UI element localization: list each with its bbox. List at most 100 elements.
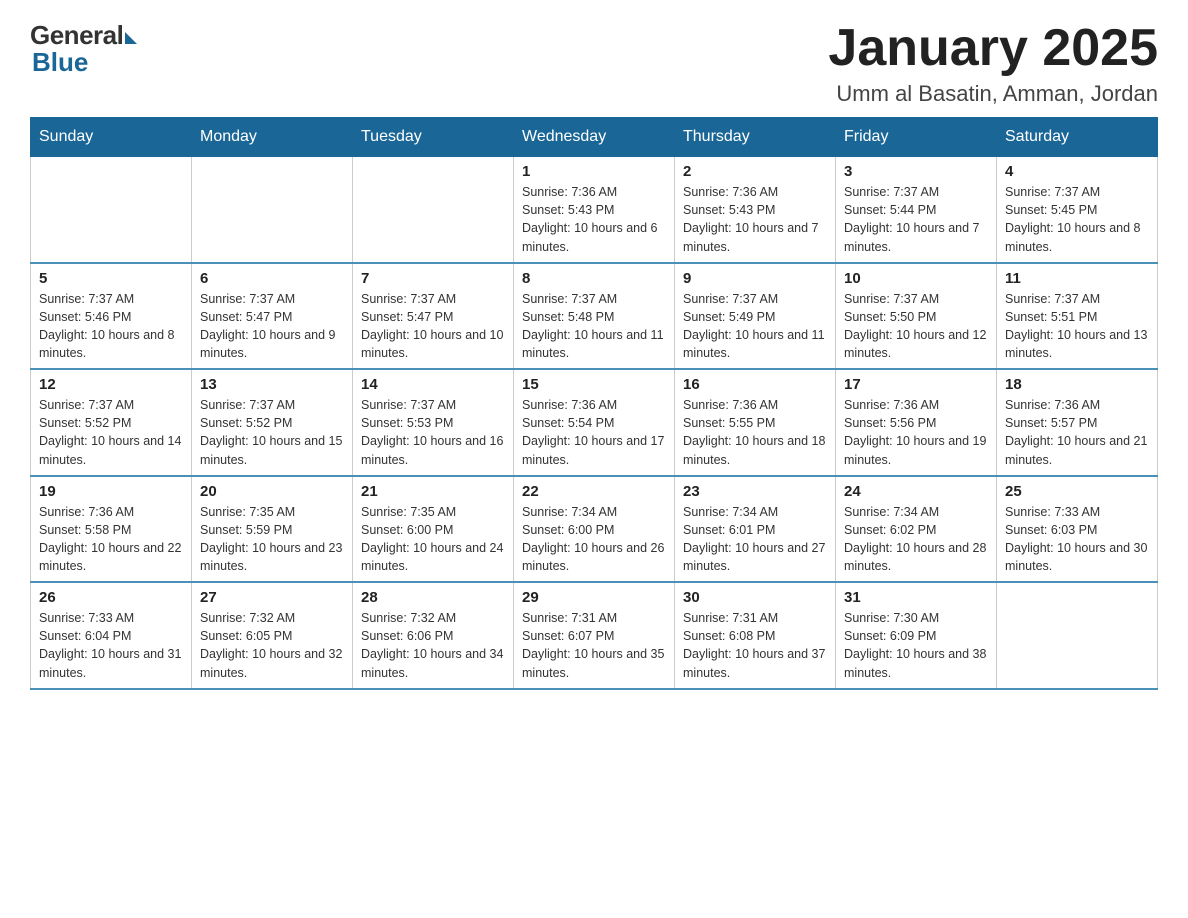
calendar-cell: 4Sunrise: 7:37 AM Sunset: 5:45 PM Daylig… <box>997 157 1158 263</box>
day-number: 5 <box>39 270 183 287</box>
day-number: 11 <box>1005 270 1149 287</box>
calendar-cell: 12Sunrise: 7:37 AM Sunset: 5:52 PM Dayli… <box>31 369 192 476</box>
calendar-cell: 18 Sunrise: 7:36 AM Sunset: 5:57 PM Dayli… <box>997 369 1158 476</box>
day-number: 28 <box>361 589 505 606</box>
day-number: 27 <box>200 589 344 606</box>
calendar-cell: 16 Sunrise: 7:36 AM Sunset: 5:55 PM Dayli… <box>675 369 836 476</box>
day-info: Sunrise: 7:36 AM Sunset: 5:58 PM Dayligh… <box>39 505 181 573</box>
calendar-cell: 22 Sunrise: 7:34 AM Sunset: 6:00 PM Dayli… <box>514 476 675 583</box>
day-number: 29 <box>522 589 666 606</box>
calendar-cell: 19Sunrise: 7:36 AM Sunset: 5:58 PM Dayli… <box>31 476 192 583</box>
calendar-cell: 2Sunrise: 7:36 AM Sunset: 5:43 PM Daylig… <box>675 157 836 263</box>
day-number: 30 <box>683 589 827 606</box>
calendar-cell: 25 Sunrise: 7:33 AM Sunset: 6:03 PM Dayli… <box>997 476 1158 583</box>
day-number: 12 <box>39 376 183 393</box>
day-info: Sunrise: 7:34 AM Sunset: 6:00 PM Dayligh… <box>522 505 664 573</box>
logo-blue-text: Blue <box>30 47 88 78</box>
day-number: 24 <box>844 483 988 500</box>
calendar-cell <box>31 157 192 263</box>
calendar-cell: 9Sunrise: 7:37 AM Sunset: 5:49 PM Daylig… <box>675 263 836 370</box>
day-info: Sunrise: 7:34 AM Sunset: 6:02 PM Dayligh… <box>844 505 986 573</box>
day-number: 15 <box>522 376 666 393</box>
day-info: Sunrise: 7:35 AM Sunset: 5:59 PM Dayligh… <box>200 505 342 573</box>
day-info: Sunrise: 7:37 AM Sunset: 5:53 PM Dayligh… <box>361 398 503 466</box>
calendar-cell: 24 Sunrise: 7:34 AM Sunset: 6:02 PM Dayli… <box>836 476 997 583</box>
day-info: Sunrise: 7:37 AM Sunset: 5:50 PM Dayligh… <box>844 292 986 360</box>
day-number: 16 <box>683 376 827 393</box>
calendar-cell: 13Sunrise: 7:37 AM Sunset: 5:52 PM Dayli… <box>192 369 353 476</box>
calendar-cell <box>353 157 514 263</box>
day-number: 23 <box>683 483 827 500</box>
calendar-cell: 29 Sunrise: 7:31 AM Sunset: 6:07 PM Dayli… <box>514 582 675 689</box>
calendar-cell: 1Sunrise: 7:36 AM Sunset: 5:43 PM Daylig… <box>514 157 675 263</box>
day-header-thursday: Thursday <box>675 118 836 157</box>
calendar-cell: 31 Sunrise: 7:30 AM Sunset: 6:09 PM Dayli… <box>836 582 997 689</box>
day-number: 22 <box>522 483 666 500</box>
day-info: Sunrise: 7:36 AM Sunset: 5:56 PM Dayligh… <box>844 398 986 466</box>
calendar-week-row: 26 Sunrise: 7:33 AM Sunset: 6:04 PM Dayli… <box>31 582 1158 689</box>
calendar-cell: 23 Sunrise: 7:34 AM Sunset: 6:01 PM Dayli… <box>675 476 836 583</box>
day-info: Sunrise: 7:31 AM Sunset: 6:08 PM Dayligh… <box>683 611 825 679</box>
day-header-sunday: Sunday <box>31 118 192 157</box>
day-info: Sunrise: 7:33 AM Sunset: 6:04 PM Dayligh… <box>39 611 181 679</box>
day-info: Sunrise: 7:37 AM Sunset: 5:51 PM Dayligh… <box>1005 292 1147 360</box>
title-block: January 2025 Umm al Basatin, Amman, Jord… <box>828 20 1158 107</box>
day-info: Sunrise: 7:32 AM Sunset: 6:05 PM Dayligh… <box>200 611 342 679</box>
calendar-cell: 3 Sunrise: 7:37 AM Sunset: 5:44 PM Daylig… <box>836 157 997 263</box>
calendar-cell: 30 Sunrise: 7:31 AM Sunset: 6:08 PM Dayli… <box>675 582 836 689</box>
logo: General Blue <box>30 20 137 78</box>
day-number: 10 <box>844 270 988 287</box>
calendar-week-row: 12Sunrise: 7:37 AM Sunset: 5:52 PM Dayli… <box>31 369 1158 476</box>
day-info: Sunrise: 7:30 AM Sunset: 6:09 PM Dayligh… <box>844 611 986 679</box>
day-number: 2 <box>683 163 827 180</box>
day-number: 3 <box>844 163 988 180</box>
calendar-week-row: 1Sunrise: 7:36 AM Sunset: 5:43 PM Daylig… <box>31 157 1158 263</box>
day-number: 8 <box>522 270 666 287</box>
calendar-cell: 26 Sunrise: 7:33 AM Sunset: 6:04 PM Dayli… <box>31 582 192 689</box>
day-header-tuesday: Tuesday <box>353 118 514 157</box>
day-info: Sunrise: 7:31 AM Sunset: 6:07 PM Dayligh… <box>522 611 664 679</box>
day-number: 17 <box>844 376 988 393</box>
day-info: Sunrise: 7:36 AM Sunset: 5:54 PM Dayligh… <box>522 398 664 466</box>
calendar-cell: 28Sunrise: 7:32 AM Sunset: 6:06 PM Dayli… <box>353 582 514 689</box>
day-number: 26 <box>39 589 183 606</box>
day-info: Sunrise: 7:37 AM Sunset: 5:47 PM Dayligh… <box>200 292 336 360</box>
calendar-cell: 14Sunrise: 7:37 AM Sunset: 5:53 PM Dayli… <box>353 369 514 476</box>
calendar-cell <box>997 582 1158 689</box>
day-number: 9 <box>683 270 827 287</box>
day-info: Sunrise: 7:36 AM Sunset: 5:55 PM Dayligh… <box>683 398 825 466</box>
calendar-cell: 15 Sunrise: 7:36 AM Sunset: 5:54 PM Dayli… <box>514 369 675 476</box>
day-info: Sunrise: 7:36 AM Sunset: 5:57 PM Dayligh… <box>1005 398 1147 466</box>
day-header-friday: Friday <box>836 118 997 157</box>
day-info: Sunrise: 7:37 AM Sunset: 5:44 PM Dayligh… <box>844 185 980 253</box>
day-number: 31 <box>844 589 988 606</box>
day-number: 21 <box>361 483 505 500</box>
day-number: 25 <box>1005 483 1149 500</box>
day-info: Sunrise: 7:35 AM Sunset: 6:00 PM Dayligh… <box>361 505 503 573</box>
calendar-title: January 2025 <box>828 20 1158 77</box>
calendar-table: SundayMondayTuesdayWednesdayThursdayFrid… <box>30 117 1158 690</box>
calendar-cell <box>192 157 353 263</box>
day-number: 1 <box>522 163 666 180</box>
day-info: Sunrise: 7:37 AM Sunset: 5:48 PM Dayligh… <box>522 292 664 360</box>
day-header-monday: Monday <box>192 118 353 157</box>
calendar-cell: 7Sunrise: 7:37 AM Sunset: 5:47 PM Daylig… <box>353 263 514 370</box>
day-number: 20 <box>200 483 344 500</box>
day-number: 18 <box>1005 376 1149 393</box>
day-info: Sunrise: 7:33 AM Sunset: 6:03 PM Dayligh… <box>1005 505 1147 573</box>
calendar-subtitle: Umm al Basatin, Amman, Jordan <box>828 81 1158 107</box>
day-info: Sunrise: 7:37 AM Sunset: 5:47 PM Dayligh… <box>361 292 503 360</box>
calendar-week-row: 5 Sunrise: 7:37 AM Sunset: 5:46 PM Daylig… <box>31 263 1158 370</box>
calendar-cell: 8 Sunrise: 7:37 AM Sunset: 5:48 PM Daylig… <box>514 263 675 370</box>
calendar-cell: 27 Sunrise: 7:32 AM Sunset: 6:05 PM Dayli… <box>192 582 353 689</box>
calendar-cell: 5 Sunrise: 7:37 AM Sunset: 5:46 PM Daylig… <box>31 263 192 370</box>
page-header: General Blue January 2025 Umm al Basatin… <box>30 20 1158 107</box>
calendar-cell: 20 Sunrise: 7:35 AM Sunset: 5:59 PM Dayli… <box>192 476 353 583</box>
calendar-header-row: SundayMondayTuesdayWednesdayThursdayFrid… <box>31 118 1158 157</box>
calendar-week-row: 19Sunrise: 7:36 AM Sunset: 5:58 PM Dayli… <box>31 476 1158 583</box>
day-info: Sunrise: 7:37 AM Sunset: 5:46 PM Dayligh… <box>39 292 175 360</box>
calendar-cell: 6Sunrise: 7:37 AM Sunset: 5:47 PM Daylig… <box>192 263 353 370</box>
day-number: 13 <box>200 376 344 393</box>
day-header-wednesday: Wednesday <box>514 118 675 157</box>
day-info: Sunrise: 7:34 AM Sunset: 6:01 PM Dayligh… <box>683 505 825 573</box>
